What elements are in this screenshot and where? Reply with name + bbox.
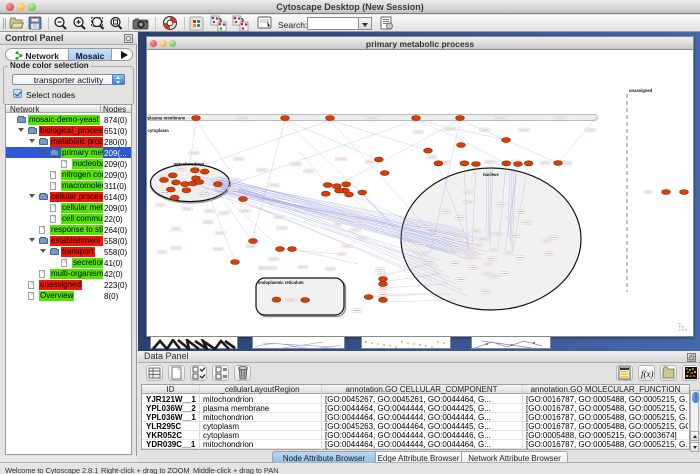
svg-text:endoplasmic reticulum: endoplasmic reticulum xyxy=(258,280,304,285)
svg-text:plasma membrane: plasma membrane xyxy=(148,116,186,121)
svg-text:nucleus: nucleus xyxy=(483,172,499,177)
svg-text:f(x): f(x) xyxy=(641,369,654,379)
svg-text:unassigned: unassigned xyxy=(629,88,653,93)
svg-text:mitochondrion: mitochondrion xyxy=(174,162,205,167)
svg-text:cytoplasm: cytoplasm xyxy=(148,128,169,133)
